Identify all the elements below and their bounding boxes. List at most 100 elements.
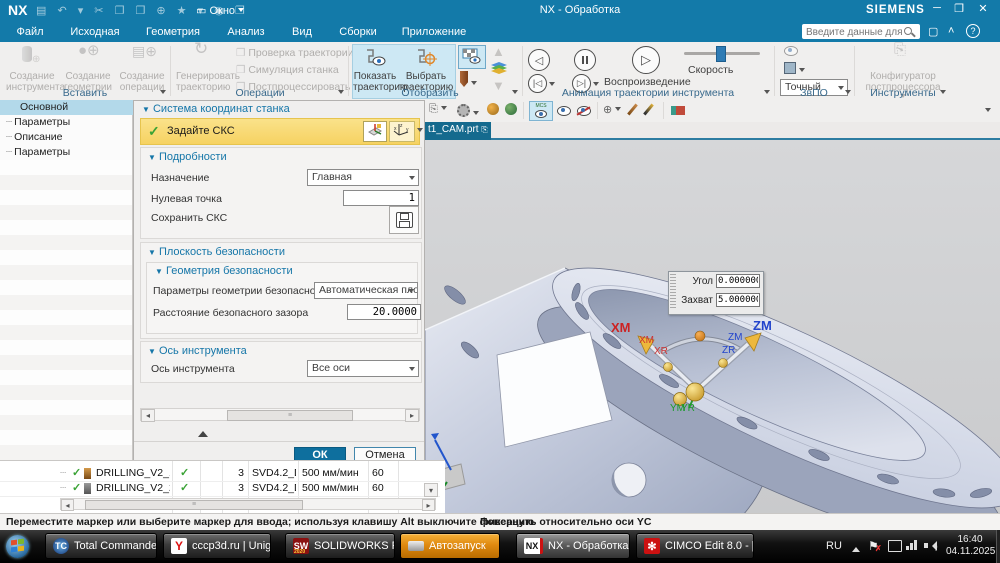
- table-hscroll-left-icon[interactable]: ◂: [61, 499, 74, 511]
- ipw-display-icon[interactable]: [784, 46, 798, 59]
- restore-button[interactable]: ❐: [950, 2, 968, 15]
- tray-clock[interactable]: 16:40 04.11.2025: [946, 534, 994, 558]
- taskbar-nx-active[interactable]: NX NX - Обработка: [516, 533, 630, 559]
- simulate-machine-button[interactable]: ❒ Симуляция станка: [236, 63, 339, 78]
- help-icon[interactable]: ?: [966, 24, 980, 38]
- move-down-icon[interactable]: ▼: [492, 78, 505, 93]
- hide-eye-icon[interactable]: [577, 106, 591, 119]
- taskbar-cimco[interactable]: ✻ CIMCO Edit 8.0 - [...: [636, 533, 754, 559]
- csys-more-caret-icon[interactable]: [417, 128, 423, 135]
- brush-icon[interactable]: [627, 104, 638, 116]
- hscroll-right-icon[interactable]: ▸: [405, 409, 419, 422]
- tab-view[interactable]: Вид: [284, 22, 320, 42]
- close-button[interactable]: ✕: [974, 2, 992, 15]
- search-icon[interactable]: [904, 27, 912, 35]
- tree-item-parameters-1[interactable]: ┄Параметры: [0, 115, 133, 130]
- csys-axes-button[interactable]: zyx: [389, 121, 415, 142]
- group-insert-dialog-caret-icon[interactable]: [160, 90, 166, 97]
- clearance-geometry-header[interactable]: ▼ Геометрия безопасности: [155, 265, 293, 277]
- dialog-section-title[interactable]: ▼ Система координат станка: [142, 103, 290, 115]
- tab-file[interactable]: Файл: [8, 22, 52, 42]
- taskbar-total-commander[interactable]: TC Total Commande...: [45, 533, 157, 559]
- clearance-header[interactable]: ▼ Плоскость безопасности: [148, 246, 285, 258]
- hscroll-thumb[interactable]: ≡: [227, 410, 353, 421]
- tab-assemblies[interactable]: Сборки: [332, 22, 384, 42]
- document-tab[interactable]: t1_CAM.prt ⎘ ×: [425, 122, 491, 140]
- group-display-dialog-caret-icon[interactable]: [512, 90, 518, 97]
- specify-mcs-row[interactable]: ✓ Задайте СКС zyx: [140, 118, 420, 145]
- zm-handle-ball[interactable]: [719, 359, 728, 368]
- move-up-icon[interactable]: ▲: [492, 44, 505, 59]
- table-scroll-down-icon[interactable]: ▾: [424, 483, 438, 497]
- table-hscrollbar[interactable]: ◂ ▸ ≡: [60, 498, 436, 510]
- table-row[interactable]: ┄ ✓ DRILLING_V2_1 ✓ 3 SVD4.2_D... 500 мм…: [0, 466, 440, 482]
- tool-axis-header[interactable]: ▼ Ось инструмента: [148, 345, 247, 357]
- start-button[interactable]: [6, 535, 29, 558]
- colored-cube-icon[interactable]: [671, 103, 685, 118]
- snap-input[interactable]: [716, 293, 760, 307]
- tray-language[interactable]: RU: [826, 540, 842, 552]
- tray-window-icon[interactable]: [888, 540, 902, 552]
- tray-expand-icon[interactable]: [852, 543, 860, 552]
- fullscreen-icon[interactable]: ▢: [928, 25, 938, 38]
- window-menu[interactable]: ▭ Окно: [196, 4, 244, 17]
- dialog-collapse-caret-icon[interactable]: [198, 426, 208, 437]
- tree-item-parameters-2[interactable]: ┄Параметры: [0, 145, 133, 160]
- taskbar-autorun[interactable]: Автозапуск: [400, 533, 500, 559]
- table-hscroll-right-icon[interactable]: ▸: [422, 499, 435, 511]
- snap-point-button[interactable]: ⎘: [429, 103, 447, 116]
- taskbar-solidworks[interactable]: SW2020 SOLIDWORKS Pre...: [285, 533, 395, 559]
- clearance-option-combo[interactable]: Автоматическая пло: [314, 282, 418, 299]
- verify-toolpath-button[interactable]: ❒ Проверка траектории: [236, 46, 353, 61]
- row1-tool-number: 3: [226, 466, 244, 481]
- xm-handle-ball[interactable]: [664, 363, 673, 372]
- toolbar-overflow-caret-icon[interactable]: [985, 108, 991, 115]
- globe-tool-icon[interactable]: [505, 103, 517, 115]
- play-backward-button[interactable]: ◁: [528, 49, 550, 71]
- toolpath-display-options-button[interactable]: [458, 45, 486, 69]
- onscreen-input-box[interactable]: Угол Захват: [668, 271, 764, 315]
- save-mcs-button[interactable]: [389, 206, 419, 234]
- minimize-button[interactable]: ─: [928, 2, 946, 14]
- drag-handle[interactable]: [670, 274, 676, 310]
- minimize-ribbon-icon[interactable]: ˄: [948, 25, 954, 37]
- origin-handle-ball[interactable]: [686, 383, 704, 401]
- search-input[interactable]: [804, 25, 904, 39]
- csys-orient-button[interactable]: ⊕: [603, 103, 621, 116]
- tree-item-main[interactable]: Основной: [0, 100, 133, 115]
- mcs-display-toggle[interactable]: MCS: [529, 101, 553, 121]
- tab-analysis[interactable]: Анализ: [220, 22, 272, 42]
- tab-home[interactable]: Исходная: [62, 22, 128, 42]
- show-eye-icon[interactable]: [557, 106, 571, 119]
- details-header[interactable]: ▼ Подробности: [148, 151, 227, 163]
- work-layer-button[interactable]: [457, 104, 479, 120]
- csys-dialog-button[interactable]: [363, 121, 387, 142]
- taskbar-browser[interactable]: Y cccp3d.ru | Unigr...: [163, 533, 271, 559]
- sphere-tool-icon[interactable]: [487, 103, 499, 115]
- zero-point-input[interactable]: [343, 190, 419, 206]
- table-hscroll-thumb[interactable]: ≡: [85, 500, 303, 510]
- pause-button[interactable]: [574, 49, 596, 71]
- angle-input[interactable]: [716, 274, 760, 288]
- collision-check-button[interactable]: [784, 62, 805, 77]
- group-operations-dialog-caret-icon[interactable]: [338, 90, 344, 97]
- group-tools-dialog-caret-icon[interactable]: [940, 90, 946, 97]
- tray-flag-icon[interactable]: ⚑✗: [868, 539, 879, 553]
- group-animation-dialog-caret-icon[interactable]: [764, 90, 770, 97]
- tree-item-description[interactable]: ┄Описание: [0, 130, 133, 145]
- group-zvpo-dialog-caret-icon[interactable]: [845, 90, 851, 97]
- hscroll-left-icon[interactable]: ◂: [141, 409, 155, 422]
- play-button[interactable]: ▷: [632, 46, 660, 74]
- graphics-viewport[interactable]: XM XM XR ZM ZM ZR YM YR: [425, 140, 1000, 515]
- purpose-combo[interactable]: Главная: [307, 169, 419, 186]
- show-desktop-button[interactable]: [996, 530, 1000, 563]
- clearance-distance-input[interactable]: [347, 304, 421, 320]
- table-row[interactable]: ┄ ✓ DRILLING_V2_2 ✓ 3 SVD4.2_D... 500 мм…: [0, 481, 440, 497]
- rotation-handle-ball[interactable]: [695, 331, 705, 341]
- layers-button[interactable]: [490, 61, 508, 78]
- tab-application[interactable]: Приложение: [396, 22, 472, 42]
- dialog-hscrollbar[interactable]: ◂ ▸ ≡: [140, 408, 420, 421]
- tool-axis-combo[interactable]: Все оси: [307, 360, 419, 377]
- speed-slider-handle[interactable]: [716, 46, 726, 62]
- pencil-icon[interactable]: [643, 104, 654, 116]
